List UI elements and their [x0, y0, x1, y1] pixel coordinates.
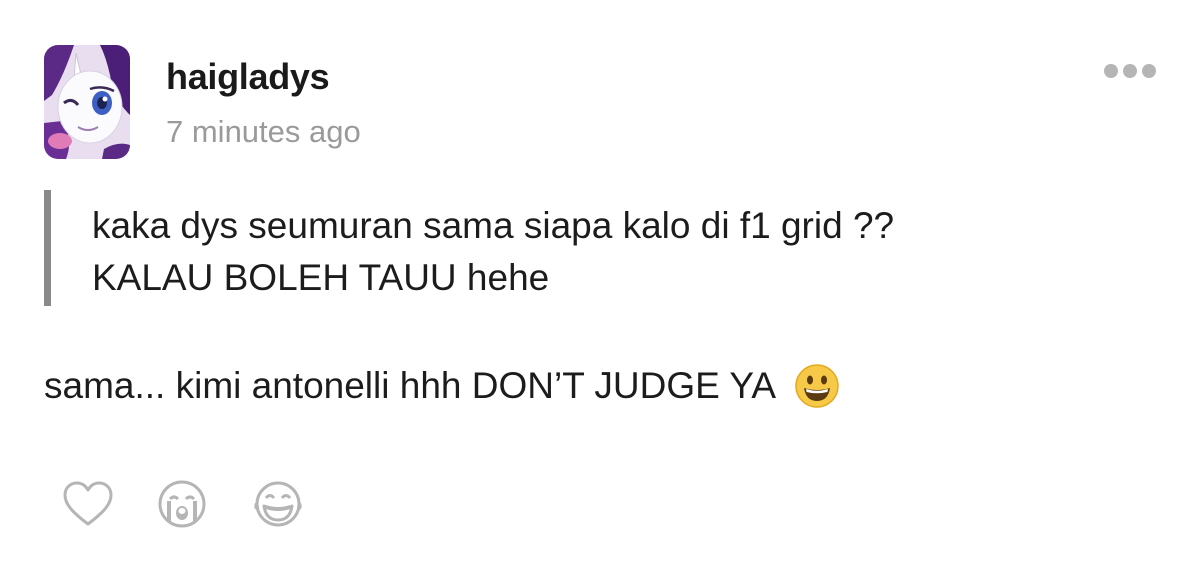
answer-text: sama... kimi antonelli hhh DON’T JUDGE Y… [44, 365, 777, 406]
post-timestamp: 7 minutes ago [166, 114, 361, 149]
username[interactable]: haigladys [166, 56, 330, 98]
quote-bar [44, 190, 51, 306]
more-options-icon-dot [1142, 64, 1156, 78]
answer: sama... kimi antonelli hhh DON’T JUDGE Y… [44, 356, 840, 416]
crying-reaction-button[interactable] [154, 476, 210, 532]
more-options-icon [1104, 64, 1118, 78]
heart-reaction-button[interactable] [60, 476, 116, 532]
crying-face-icon [158, 480, 206, 528]
laughing-reaction-button[interactable] [250, 476, 306, 532]
avatar[interactable] [44, 45, 130, 159]
quoted-question: kaka dys seumuran sama siapa kalo di f1 … [44, 190, 1154, 306]
rarity-pony-avatar-icon [44, 45, 130, 159]
question-line-1: kaka dys seumuran sama siapa kalo di f1 … [92, 205, 895, 246]
grinning-face-emoji-icon [794, 363, 840, 409]
more-options-icon-dot [1123, 64, 1137, 78]
laughing-tears-icon [254, 481, 302, 527]
heart-icon [63, 481, 113, 526]
question-text: kaka dys seumuran sama siapa kalo di f1 … [92, 200, 1162, 304]
question-line-2: KALAU BOLEH TAUU hehe [92, 257, 550, 298]
ngl-answer-card: haigladys 7 minutes ago kaka dys seumura… [0, 0, 1200, 588]
more-options-button[interactable] [1104, 60, 1156, 82]
